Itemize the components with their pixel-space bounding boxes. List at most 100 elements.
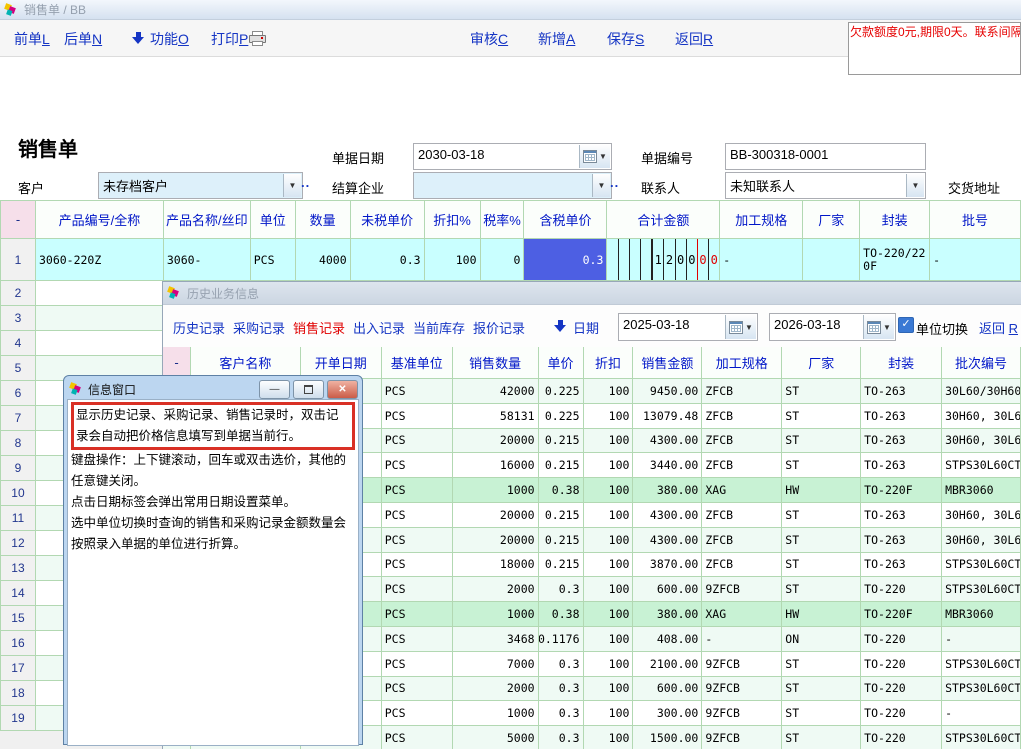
history-return-button[interactable]: 返回 R: [979, 318, 1018, 337]
history-cell: 20000: [453, 528, 539, 553]
history-cell: 9450.00: [633, 379, 702, 404]
sales-column-header[interactable]: -: [1, 201, 36, 239]
history-cell: STPS30L60CT: [942, 453, 1021, 478]
history-column-header[interactable]: 厂家: [782, 347, 861, 379]
history-cell: 5000: [453, 726, 539, 749]
tab-current-stock[interactable]: 当前库存: [413, 318, 465, 337]
grid-cell[interactable]: 120000: [607, 239, 720, 281]
minimize-button[interactable]: —: [259, 380, 290, 399]
history-column-header[interactable]: 单价: [539, 347, 584, 379]
history-cell: ST: [782, 726, 861, 749]
history-window-title: 历史业务信息: [187, 285, 259, 302]
grid-cell[interactable]: 3060-: [164, 239, 251, 281]
print-button[interactable]: 打印P: [211, 29, 248, 49]
amount-digit: [618, 239, 629, 280]
row-number: 16: [1, 631, 36, 656]
audit-button[interactable]: 审核C: [470, 29, 508, 49]
tab-purchase-records[interactable]: 采购记录: [233, 318, 285, 337]
sales-column-header[interactable]: 折扣%: [425, 201, 481, 239]
sales-column-header[interactable]: 未税单价: [351, 201, 425, 239]
history-column-header[interactable]: 基准单位: [382, 347, 453, 379]
date-label[interactable]: 日期: [573, 318, 599, 337]
restore-button[interactable]: [293, 380, 324, 399]
sales-column-header[interactable]: 厂家: [803, 201, 860, 239]
history-cell: 30H60, 30L60: [942, 503, 1021, 528]
close-button[interactable]: ✕: [327, 380, 358, 399]
amount-digit: 1: [651, 239, 663, 280]
sales-column-header[interactable]: 单位: [251, 201, 296, 239]
add-button[interactable]: 新增A: [538, 29, 575, 49]
sales-column-header[interactable]: 数量: [296, 201, 351, 239]
doc-no-input[interactable]: BB-300318-0001: [725, 143, 926, 170]
history-cell: TO-220: [861, 677, 942, 702]
history-cell: 1500.00: [633, 726, 702, 749]
settle-company-dropdown-arrow[interactable]: ▼: [592, 174, 610, 197]
grid-cell[interactable]: 4000: [296, 239, 351, 281]
sales-column-header[interactable]: 封装: [860, 201, 930, 239]
customer-dropdown-arrow[interactable]: ▼: [283, 174, 301, 197]
grid-cell[interactable]: 0.3: [351, 239, 425, 281]
date-to-input[interactable]: 2026-03-18 ▼: [769, 313, 896, 341]
sales-column-header[interactable]: 税率%: [481, 201, 525, 239]
tab-sales-records[interactable]: 销售记录: [293, 318, 345, 337]
settle-company-more-button[interactable]: ..: [610, 175, 619, 190]
date-arrow-icon[interactable]: [554, 320, 567, 333]
settle-company-select[interactable]: ▼: [413, 172, 612, 199]
doc-date-calendar-button[interactable]: ▼: [579, 145, 610, 168]
history-cell: 58131: [453, 404, 539, 429]
grid-cell: [36, 306, 164, 331]
row-number[interactable]: 1: [1, 239, 36, 281]
amount-digit: 0: [697, 239, 708, 280]
prev-doc-button[interactable]: 前单L: [14, 29, 50, 49]
sales-column-header[interactable]: 批号: [930, 201, 1021, 239]
history-cell: ST: [782, 553, 861, 578]
grid-cell[interactable]: -: [720, 239, 803, 281]
history-column-header[interactable]: 销售金额: [633, 347, 702, 379]
unit-switch-checkbox[interactable]: ✓: [898, 317, 914, 333]
form-title: 销售单: [18, 133, 78, 162]
function-arrow-icon[interactable]: [132, 32, 145, 45]
sales-column-header[interactable]: 含税单价: [524, 201, 607, 239]
history-column-header[interactable]: 封装: [861, 347, 942, 379]
grid-cell[interactable]: 3060-220Z: [36, 239, 164, 281]
history-cell: PCS: [382, 602, 453, 627]
grid-cell[interactable]: 0.3: [524, 239, 607, 281]
history-cell: 1000: [453, 478, 539, 503]
date-to-calendar-button[interactable]: ▼: [863, 315, 894, 339]
history-column-header[interactable]: 销售数量: [453, 347, 539, 379]
doc-date-label: 单据日期: [332, 148, 384, 167]
printer-icon[interactable]: [249, 31, 266, 45]
credit-warning-text: 欠款额度0元,期限0天。联系间隔0天,销售间隔0天·: [850, 25, 1021, 39]
date-from-input[interactable]: 2025-03-18 ▼: [618, 313, 758, 341]
grid-cell[interactable]: TO-220/220F: [860, 239, 930, 281]
grid-cell[interactable]: [803, 239, 860, 281]
history-cell: ST: [782, 577, 861, 602]
grid-cell[interactable]: 0: [481, 239, 525, 281]
save-button[interactable]: 保存S: [607, 29, 644, 49]
history-column-header[interactable]: 折扣: [584, 347, 634, 379]
grid-cell[interactable]: -: [930, 239, 1021, 281]
grid-cell[interactable]: 100: [425, 239, 481, 281]
back-button[interactable]: 返回R: [675, 29, 713, 49]
sales-column-header[interactable]: 合计金额: [607, 201, 720, 239]
grid-cell[interactable]: PCS: [251, 239, 296, 281]
customer-more-button[interactable]: ..: [301, 175, 310, 190]
sales-column-header[interactable]: 产品编号/全称: [36, 201, 164, 239]
doc-date-input[interactable]: 2030-03-18 ▼: [413, 143, 612, 170]
sales-grid-row[interactable]: 13060-220Z3060-PCS40000.310000.3120000-T…: [0, 239, 1021, 281]
next-doc-button[interactable]: 后单N: [64, 29, 102, 49]
date-from-calendar-button[interactable]: ▼: [725, 315, 756, 339]
tab-history-records[interactable]: 历史记录: [173, 318, 225, 337]
contact-dropdown-arrow[interactable]: ▼: [906, 174, 924, 197]
customer-select[interactable]: 未存档客户 ▼: [98, 172, 303, 199]
contact-select[interactable]: 未知联系人 ▼: [725, 172, 926, 199]
tab-quote-records[interactable]: 报价记录: [473, 318, 525, 337]
history-cell: ON: [782, 627, 861, 652]
function-button[interactable]: 功能O: [150, 29, 189, 49]
sales-column-header[interactable]: 产品名称/丝印: [164, 201, 251, 239]
tab-inout-records[interactable]: 出入记录: [353, 318, 405, 337]
sales-column-header[interactable]: 加工规格: [720, 201, 803, 239]
history-column-header[interactable]: 批次编号: [942, 347, 1021, 379]
amount-digit: 0: [675, 239, 686, 280]
history-column-header[interactable]: 加工规格: [702, 347, 782, 379]
